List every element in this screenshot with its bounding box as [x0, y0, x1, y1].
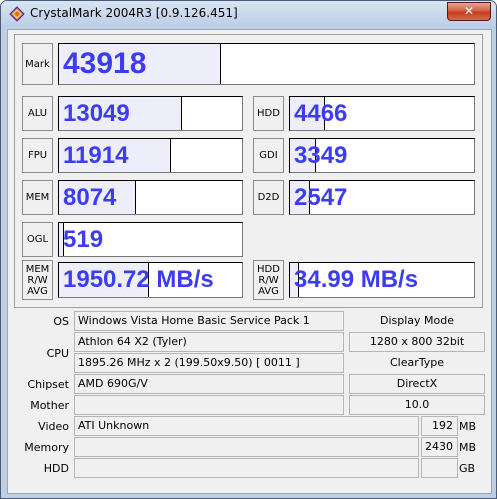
chipset-field: AMD 690G/V: [74, 374, 344, 394]
ogl-score-value: 519: [63, 225, 104, 253]
close-icon: ✕: [463, 4, 475, 18]
video-memory-field: 192: [421, 416, 458, 436]
d2d-score-value: 2547: [294, 183, 348, 211]
display-mode-label: Display Mode: [349, 311, 485, 331]
fpu-score-value: 11914: [63, 141, 129, 169]
mem-rw-label-line: R/W: [27, 274, 48, 286]
crystalmark-app-icon: [9, 6, 25, 22]
chipset-label: Chipset: [27, 378, 69, 391]
video-label: Video: [38, 420, 69, 433]
mem-rw-avg-label: MEM R/W AVG: [22, 260, 53, 300]
hdd-size-unit: GB: [459, 462, 476, 475]
close-button[interactable]: ✕: [447, 2, 491, 21]
d2d-label: D2D: [253, 180, 284, 215]
directx-label: DirectX: [396, 377, 438, 390]
d2d-label-text: D2D: [257, 192, 280, 203]
hdd-label-text: HDD: [257, 108, 280, 119]
hdd-size-field: [421, 458, 458, 478]
gdi-score-value: 3349: [294, 141, 348, 169]
mem-label: MEM: [22, 180, 53, 215]
alu-score-bar: 13049: [58, 96, 243, 131]
memory-field: [74, 437, 419, 457]
os-field: Windows Vista Home Basic Service Pack 1: [74, 311, 344, 331]
mother-field: [74, 395, 344, 415]
cpu-clock-field: 1895.26 MHz x 2 (199.50x9.50) [ 0011 ]: [74, 353, 344, 373]
hdd-rw-score-value: 34.99 MB/s: [294, 266, 419, 293]
mem-label-text: MEM: [25, 192, 50, 203]
directx-field: 10.0: [349, 395, 485, 415]
ogl-label-text: OGL: [26, 234, 49, 245]
memory-size-unit: MB: [459, 441, 477, 454]
memory-label: Memory: [24, 441, 69, 454]
hdd-label: HDD: [253, 96, 284, 131]
gdi-label-text: GDI: [259, 150, 278, 161]
fpu-label-text: FPU: [27, 150, 48, 161]
hdd-rw-label-line: HDD: [257, 263, 280, 275]
cleartype-label: ClearType: [349, 353, 485, 373]
hdd-rw-avg-label: HDD R/W AVG: [253, 260, 284, 300]
hdd-info-label: HDD: [43, 462, 69, 475]
hdd-info-field: [74, 458, 419, 478]
os-label: OS: [53, 315, 69, 328]
mem-rw-label-line: MEM: [25, 263, 50, 275]
hdd-rw-label-line: R/W: [258, 274, 279, 286]
fpu-score-bar: 11914: [58, 138, 243, 173]
memory-size-field: 2430: [421, 437, 458, 457]
cleartype-field: DirectX: [349, 374, 485, 394]
mem-score-value: 8074: [63, 183, 117, 211]
window-title: CrystalMark 2004R3 [0.9.126.451]: [30, 6, 238, 20]
d2d-score-bar: 2547: [289, 180, 475, 215]
mem-rw-label-line: AVG: [27, 285, 48, 297]
video-memory-unit: MB: [459, 420, 477, 433]
mem-rw-score-bar: 1950.72 MB/s: [58, 262, 243, 298]
gdi-score-bar: 3349: [289, 138, 475, 173]
title-bar[interactable]: CrystalMark 2004R3 [0.9.126.451] ✕: [1, 1, 496, 28]
mark-score-bar: 43918: [58, 43, 475, 85]
ogl-label: OGL: [22, 222, 53, 257]
mem-score-bar: 8074: [58, 180, 243, 215]
video-field: ATI Unknown: [74, 416, 419, 436]
cpu-label: CPU: [46, 347, 69, 360]
mark-score-value: 43918: [63, 47, 147, 80]
alu-label: ALU: [22, 96, 53, 131]
hdd-score-bar: 4466: [289, 96, 475, 131]
gdi-label: GDI: [253, 138, 284, 173]
alu-score-value: 13049: [63, 99, 130, 127]
display-mode-field: 1280 x 800 32bit: [349, 332, 485, 352]
cpu-name-field: Athlon 64 X2 (Tyler): [74, 332, 344, 352]
fpu-label: FPU: [22, 138, 53, 173]
hdd-rw-label-line: AVG: [258, 285, 279, 297]
hdd-score-value: 4466: [294, 99, 348, 127]
mem-rw-score-value: 1950.72 MB/s: [63, 266, 214, 293]
ogl-score-bar: 519: [58, 222, 243, 257]
hdd-rw-score-bar: 34.99 MB/s: [289, 262, 475, 298]
mark-label-text: Mark: [25, 58, 50, 70]
mother-label: Mother: [30, 399, 69, 412]
mark-label: Mark: [22, 43, 53, 85]
alu-label-text: ALU: [27, 108, 48, 119]
